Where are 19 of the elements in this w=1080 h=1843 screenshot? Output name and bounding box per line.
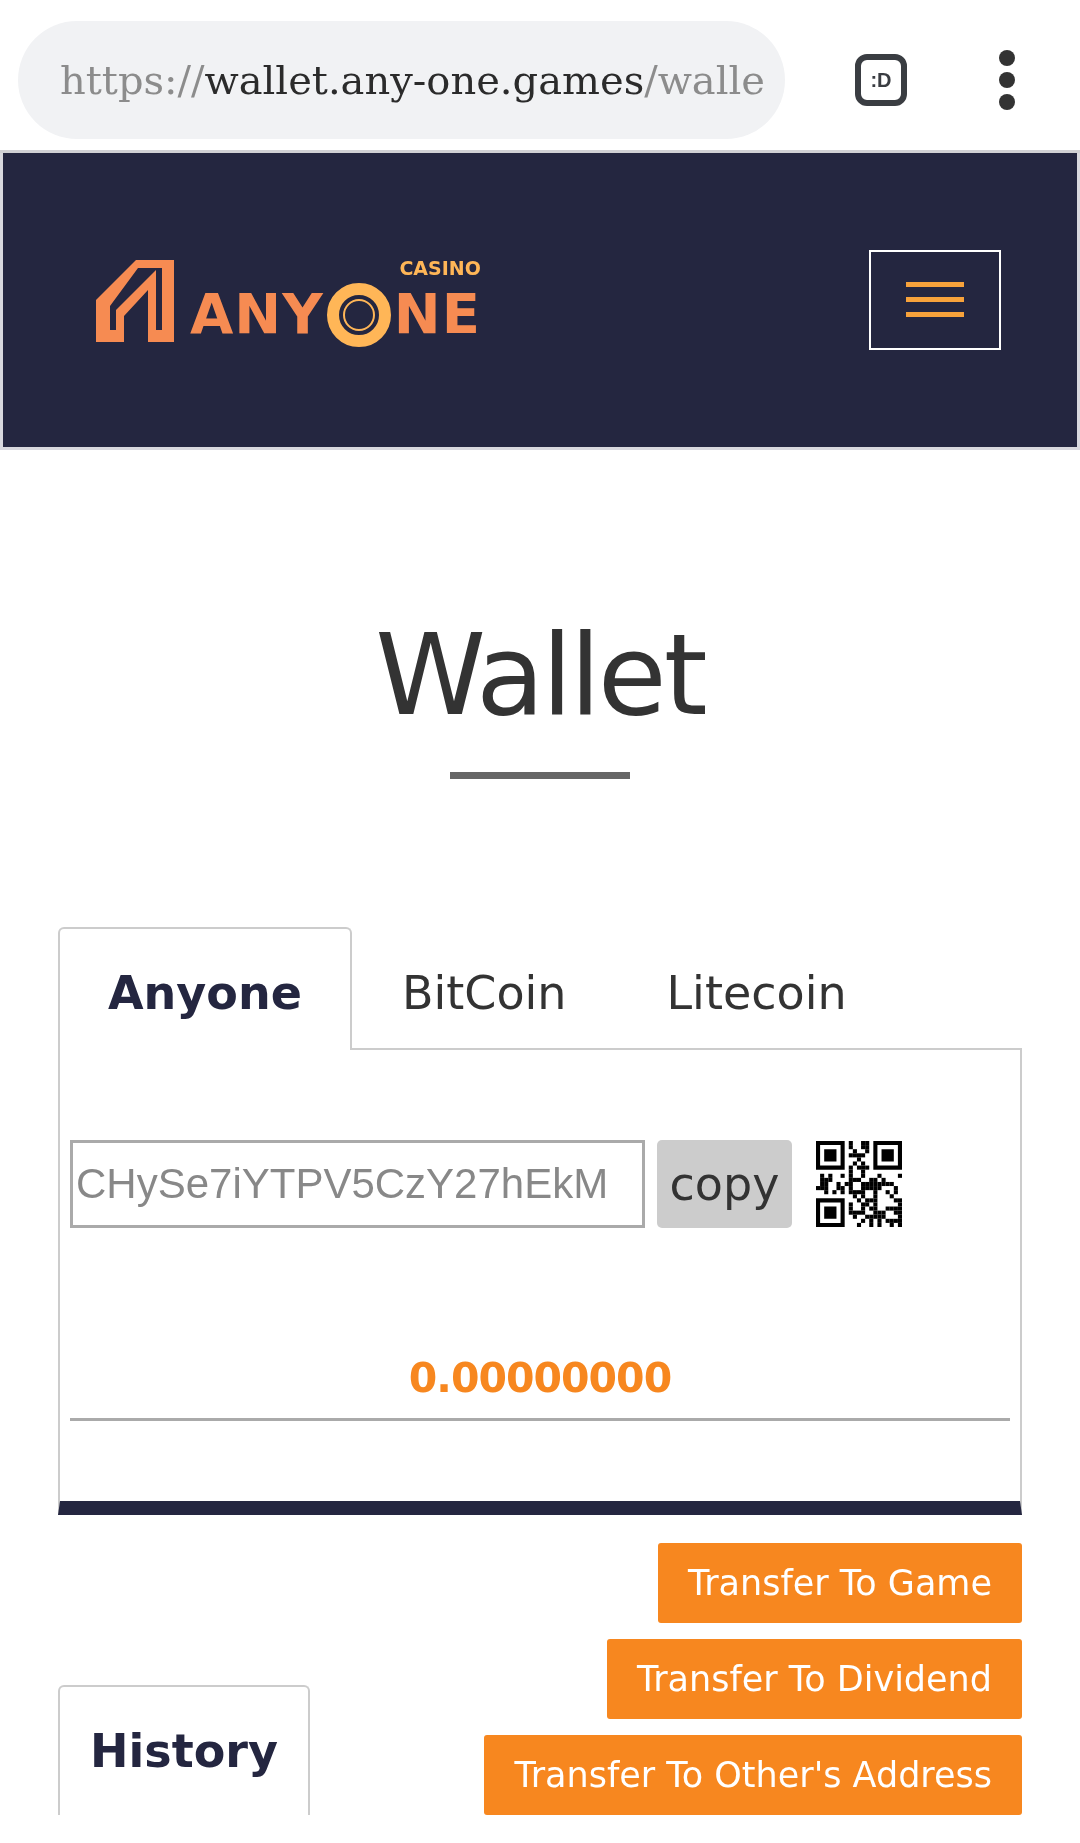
coin-tab[interactable]: BitCoin — [351, 927, 617, 1051]
tab-switcher-button[interactable]: :D — [855, 54, 907, 106]
menu-button[interactable] — [869, 250, 1001, 350]
page-title: Wallet — [375, 609, 705, 742]
menu-icon — [906, 282, 964, 318]
coin-tab[interactable]: Anyone — [58, 927, 352, 1051]
logo-text: ANY — [190, 285, 324, 342]
logo-text: NE — [393, 285, 481, 342]
balance-value: 0.00000000 — [407, 1353, 673, 1405]
history-tab[interactable]: History — [58, 1685, 310, 1816]
menu-icon[interactable] — [997, 48, 1017, 112]
ring-icon — [325, 281, 392, 348]
copy-button[interactable]: copy — [657, 1140, 792, 1229]
qr-code-icon — [816, 1141, 902, 1228]
url-field[interactable]: https://wallet.any-one.games/walle — [18, 21, 785, 139]
coin-tab[interactable]: Litecoin — [616, 927, 897, 1051]
logo-icon — [96, 259, 174, 342]
logo-subtitle: CASINO — [399, 258, 481, 278]
address-field[interactable]: CHySe7iYTPV5CzY27hEkM — [70, 1140, 645, 1229]
